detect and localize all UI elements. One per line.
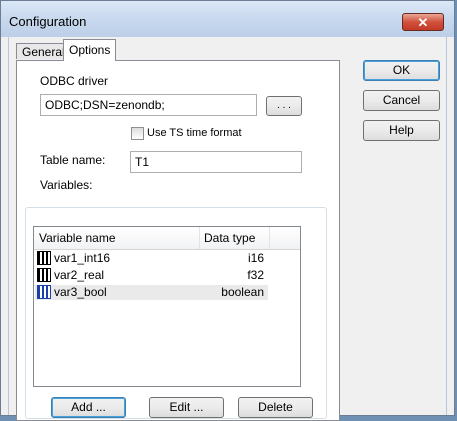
use-ts-time-format-checkbox[interactable]: [131, 127, 144, 140]
data-type-cell: f32: [247, 268, 264, 282]
configuration-dialog: Configuration ✕ General Options ODBC dri…: [0, 0, 455, 421]
variables-group: Variable name Data type var1_int16 i16 v…: [25, 207, 327, 419]
data-type-cell: i16: [247, 251, 264, 265]
variable-icon: [37, 251, 51, 265]
table-row[interactable]: var1_int16 i16: [35, 251, 268, 266]
variable-icon: [37, 268, 51, 282]
title-bar[interactable]: Configuration ✕: [1, 1, 454, 37]
close-icon: ✕: [417, 15, 429, 30]
odbc-driver-input[interactable]: ODBC;DSN=zenondb;: [40, 94, 257, 116]
table-row[interactable]: var3_bool boolean: [35, 285, 268, 300]
table-name-input[interactable]: T1: [130, 151, 302, 173]
close-button[interactable]: ✕: [402, 13, 444, 31]
data-type-cell: boolean: [221, 285, 264, 299]
variable-name-cell: var1_int16: [54, 251, 111, 265]
delete-variable-button[interactable]: Delete: [238, 397, 313, 418]
edit-variable-button[interactable]: Edit ...: [149, 397, 224, 418]
tab-options[interactable]: Options: [63, 39, 117, 61]
use-ts-time-format-label: Use TS time format: [147, 127, 242, 139]
window-title: Configuration: [9, 14, 87, 29]
table-row[interactable]: var2_real f32: [35, 268, 268, 283]
cancel-button[interactable]: Cancel: [363, 90, 440, 111]
list-header: Variable name Data type: [34, 227, 300, 250]
variable-icon: [37, 285, 51, 299]
variable-name-cell: var3_bool: [54, 285, 107, 299]
odbc-driver-label: ODBC driver: [40, 74, 109, 88]
column-header-data-type[interactable]: Data type: [204, 227, 255, 249]
options-panel: ODBC driver ODBC;DSN=zenondb; . . . Use …: [16, 60, 340, 421]
column-separator[interactable]: [199, 227, 200, 249]
browse-odbc-button[interactable]: . . .: [266, 96, 302, 116]
add-variable-button[interactable]: Add ...: [51, 397, 126, 418]
table-name-label: Table name:: [40, 153, 106, 167]
help-button[interactable]: Help: [363, 120, 440, 141]
variables-list[interactable]: Variable name Data type var1_int16 i16 v…: [33, 226, 301, 387]
ok-button[interactable]: OK: [363, 60, 440, 81]
variables-label: Variables:: [40, 178, 93, 192]
variable-name-cell: var2_real: [54, 268, 105, 282]
dialog-client-area: General Options ODBC driver ODBC;DSN=zen…: [8, 37, 447, 421]
column-separator[interactable]: [269, 227, 270, 249]
column-header-variable-name[interactable]: Variable name: [39, 227, 116, 249]
